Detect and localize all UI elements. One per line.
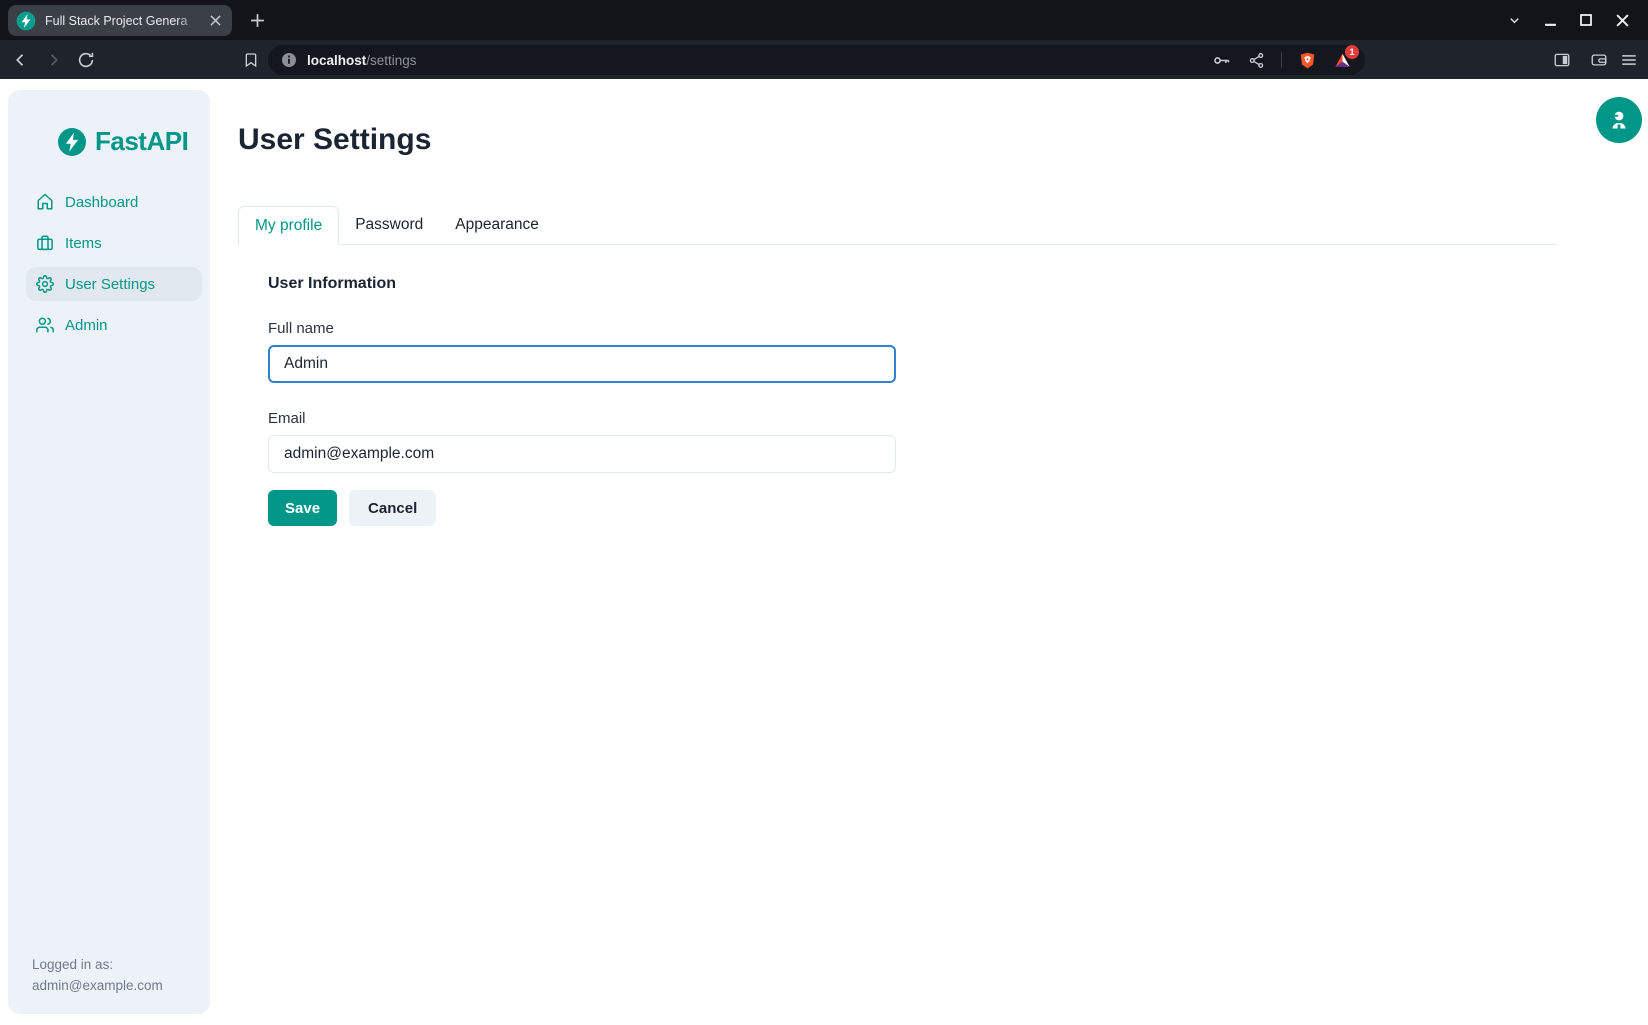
sidebar-item-admin[interactable]: Admin: [26, 308, 202, 342]
tab-title: Full Stack Project Genera: [45, 13, 202, 29]
rewards-badge: 1: [1345, 45, 1359, 59]
brave-shield-icon[interactable]: [1297, 50, 1317, 70]
tab-appearance[interactable]: Appearance: [439, 206, 555, 244]
email-label: Email: [268, 410, 896, 427]
section-title: User Information: [268, 275, 896, 293]
password-key-icon[interactable]: [1211, 50, 1231, 70]
sidebar-item-label: Dashboard: [65, 194, 138, 211]
maximize-button[interactable]: [1568, 0, 1604, 40]
tab-close-icon[interactable]: [206, 12, 224, 30]
briefcase-icon: [36, 234, 54, 252]
menu-hamburger-icon[interactable]: [1616, 47, 1642, 73]
app-viewport: FastAPI Dashboard Items User Settings: [0, 79, 1648, 1025]
sidebar-item-dashboard[interactable]: Dashboard: [26, 185, 202, 219]
brave-rewards-icon[interactable]: 1: [1332, 50, 1352, 70]
wallet-icon[interactable]: [1586, 47, 1612, 73]
forward-button[interactable]: [40, 47, 66, 73]
logged-in-info: Logged in as: admin@example.com: [32, 954, 163, 996]
address-bar[interactable]: localhost/settings: [268, 45, 1365, 75]
sidebar-item-items[interactable]: Items: [26, 226, 202, 260]
my-profile-panel: User Information Full name Email Save Ca…: [268, 275, 896, 526]
logged-in-email: admin@example.com: [32, 975, 163, 996]
new-tab-button[interactable]: [246, 9, 268, 31]
sidebar-item-label: User Settings: [65, 276, 155, 293]
gear-icon: [36, 275, 54, 293]
window-titlebar: Full Stack Project Genera: [0, 0, 1648, 40]
user-menu-button[interactable]: [1596, 97, 1642, 143]
logged-in-as-label: Logged in as:: [32, 954, 163, 975]
tab-search-chevron-icon[interactable]: [1496, 0, 1532, 40]
window-controls: [1496, 0, 1640, 40]
settings-tabs: My profile Password Appearance: [238, 206, 1556, 245]
fastapi-logo-icon: [58, 128, 86, 156]
bookmark-icon[interactable]: [238, 47, 264, 73]
cancel-button[interactable]: Cancel: [349, 490, 436, 526]
fastapi-logo: FastAPI: [58, 126, 210, 157]
tab-my-profile[interactable]: My profile: [238, 206, 339, 245]
form-actions: Save Cancel: [268, 490, 896, 526]
sidebar-item-label: Items: [65, 235, 102, 252]
browser-toolbar: localhost/settings: [0, 40, 1648, 79]
logo-text: FastAPI: [95, 126, 188, 157]
url-text: localhost/settings: [307, 53, 417, 68]
save-button[interactable]: Save: [268, 490, 337, 526]
url-host: localhost: [307, 53, 366, 68]
sidebar-item-label: Admin: [65, 317, 108, 334]
sidebar-nav: Dashboard Items User Settings Admin: [8, 185, 210, 342]
tab-password[interactable]: Password: [339, 206, 439, 244]
toolbar-divider: [1281, 52, 1282, 68]
close-button[interactable]: [1604, 0, 1640, 40]
browser-tab[interactable]: Full Stack Project Genera: [8, 5, 232, 36]
sidebar: FastAPI Dashboard Items User Settings: [8, 90, 210, 1014]
full-name-input[interactable]: [268, 345, 896, 383]
sidebar-toggle-icon[interactable]: [1549, 47, 1575, 73]
reload-button[interactable]: [73, 47, 99, 73]
url-path: /settings: [366, 53, 416, 68]
user-icon: [1607, 108, 1631, 132]
site-info-icon[interactable]: [281, 52, 297, 68]
sidebar-item-user-settings[interactable]: User Settings: [26, 267, 202, 301]
email-input[interactable]: [268, 435, 896, 473]
back-button[interactable]: [8, 47, 34, 73]
home-icon: [36, 193, 54, 211]
page-title: User Settings: [238, 123, 431, 157]
share-icon[interactable]: [1246, 50, 1266, 70]
fastapi-favicon-icon: [16, 11, 36, 31]
minimize-button[interactable]: [1532, 0, 1568, 40]
full-name-label: Full name: [268, 320, 896, 337]
users-icon: [36, 316, 54, 334]
